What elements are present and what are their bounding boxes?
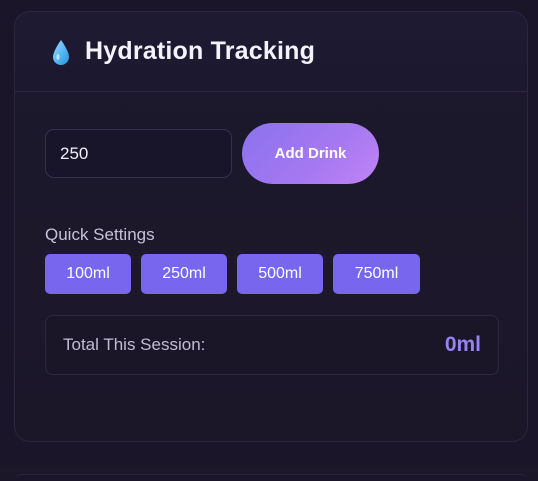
card-header: Hydration Tracking (15, 12, 527, 92)
water-drop-icon (51, 38, 71, 68)
quick-500ml-button[interactable]: 500ml (237, 254, 323, 294)
quick-settings-label: Quick Settings (45, 225, 155, 244)
session-total-label: Total This Session: (63, 335, 206, 354)
session-total-value: 0ml (444, 333, 481, 356)
session-total-box: Total This Session: 0ml (45, 315, 499, 375)
add-drink-button[interactable]: Add Drink (242, 123, 379, 184)
amount-input[interactable] (45, 129, 232, 178)
quick-100ml-button[interactable]: 100ml (45, 254, 131, 294)
quick-750ml-button[interactable]: 750ml (333, 254, 420, 294)
quick-settings-row: 100ml 250ml 500ml 750ml (45, 254, 430, 294)
next-card-edge (0, 466, 538, 480)
quick-250ml-button[interactable]: 250ml (141, 254, 227, 294)
page-title: Hydration Tracking (85, 37, 316, 65)
hydration-card: Hydration Tracking Add Drink Quick Setti… (14, 11, 528, 442)
